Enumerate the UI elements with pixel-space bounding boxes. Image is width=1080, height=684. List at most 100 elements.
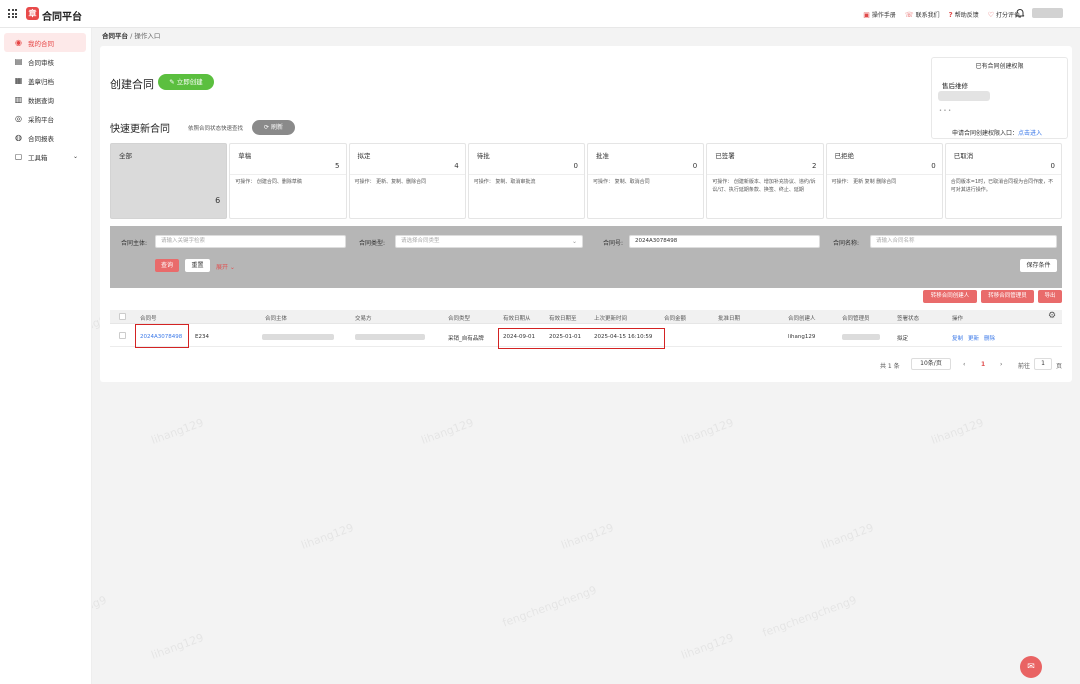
status-card-approved[interactable]: 批准 0 可操作： 复制、取消合同: [587, 143, 705, 219]
sidebar-item-purchase[interactable]: ◎ 采购平台: [4, 109, 86, 128]
page-size-select[interactable]: 10条/页: [911, 358, 951, 370]
highlight-contract-no: [135, 324, 189, 348]
chat-button[interactable]: ✉: [1020, 656, 1042, 678]
contract-name-label: 合同名称:: [833, 240, 860, 247]
settings-icon[interactable]: ⚙: [1048, 311, 1056, 321]
update-link[interactable]: 更新: [968, 334, 979, 342]
type-label: 合同类型:: [359, 240, 386, 247]
status-card-drafted[interactable]: 拟定 4 可操作： 更新、复制、删除合同: [348, 143, 466, 219]
row-checkbox[interactable]: [119, 332, 126, 339]
cart-icon: ◎: [15, 114, 22, 123]
sidebar-item-label: 盖章归档: [28, 77, 54, 86]
col-actions: 操作: [952, 316, 964, 322]
reset-button[interactable]: 重置: [185, 259, 210, 272]
manual-icon: ▣: [863, 10, 870, 19]
goto-label: 前往: [1018, 363, 1031, 370]
select-all-checkbox[interactable]: [119, 313, 126, 320]
user-circle-icon: ◉: [15, 38, 22, 47]
next-page-button[interactable]: ›: [1000, 361, 1002, 368]
refresh-button[interactable]: ⟳ 刷新: [252, 120, 295, 135]
avatar[interactable]: [1032, 8, 1063, 18]
watermark-text: lihang129: [149, 631, 206, 662]
status-card-draft[interactable]: 草稿 5 可操作： 创建合同、删除草稿: [229, 143, 347, 219]
prev-page-button[interactable]: ‹: [963, 361, 965, 368]
toolbox-icon: ▢: [14, 152, 23, 161]
col-updated: 上次更新时间: [594, 316, 628, 322]
report-icon: ◍: [15, 133, 22, 142]
create-contract-button[interactable]: ✎ 立即创建: [158, 74, 214, 90]
col-type: 合同类型: [448, 316, 471, 322]
status-card-title: 已取消: [953, 152, 974, 160]
status-card-cancelled[interactable]: 已取消 0 合同版本=1时，已取消合同视为合同作废，不可对其进行操作。: [944, 143, 1062, 219]
sidebar-item-label: 合同报表: [28, 134, 54, 143]
top-link-help[interactable]: ? 帮助反馈: [949, 10, 979, 20]
watermark-text: lihang129: [679, 416, 736, 447]
transfer-manager-button[interactable]: 转移合同管理员: [981, 290, 1034, 303]
sidebar-item-label: 我的合同: [28, 39, 54, 48]
permission-redacted: [938, 91, 990, 101]
sidebar-item-label: 工具箱: [28, 153, 48, 162]
status-card-title: 已拒绝: [834, 152, 855, 160]
export-button[interactable]: 导出: [1038, 290, 1062, 303]
status-card-pending[interactable]: 待批 0 可操作： 复制、取消审批流: [467, 143, 585, 219]
status-card-all[interactable]: 全部 6: [110, 143, 228, 219]
query-button[interactable]: 查询: [155, 259, 179, 272]
status-card-desc: 可操作： 创建合同、删除草稿: [235, 179, 302, 185]
watermark-text: lihang129: [819, 521, 876, 552]
creator: lihang129: [788, 334, 816, 340]
app-grid-icon[interactable]: [8, 9, 17, 18]
apply-permission: 申请合同创建权限入口：点击进入: [952, 130, 1043, 137]
watermark-text: lihang129: [929, 416, 986, 447]
col-sign-status: 签署状态: [897, 316, 920, 322]
sidebar-item-review[interactable]: ▤ 合同审核: [4, 52, 86, 71]
status-cards: 全部 6 草稿 5 可操作： 创建合同、删除草稿 拟定 4 可操作： 更新、复制、删除合同…: [110, 143, 1062, 219]
goto-page-input[interactable]: 1: [1034, 358, 1052, 370]
stamp-icon: ▦: [14, 76, 23, 85]
apply-permission-link[interactable]: 点击进入: [1018, 130, 1042, 137]
permission-name: 售后维修: [942, 82, 968, 90]
bell-icon[interactable]: [1015, 8, 1025, 21]
expand-button[interactable]: 展开 ⌄: [216, 262, 235, 271]
save-filter-button[interactable]: 保存条件: [1020, 259, 1057, 272]
top-bar: 章 合同平台 ▣ 操作手册 ☏ 联系我们 ? 帮助反馈 ♡ 打分评价: [0, 0, 1080, 28]
watermark-text: fengchengcheng9: [760, 593, 859, 640]
sidebar-item-label: 数据查询: [28, 96, 54, 105]
breadcrumb-root[interactable]: 合同平台: [102, 32, 128, 40]
manager-redacted: [842, 334, 880, 340]
data-icon: ▥: [14, 95, 23, 104]
watermark-text: lihang129: [559, 521, 616, 552]
sidebar-item-report[interactable]: ◍ 合同报表: [4, 128, 86, 147]
sidebar-item-seal[interactable]: ▦ 盖章归档: [4, 71, 86, 90]
contract-no-label: 合同号:: [603, 240, 624, 247]
pagination-total: 共 1 条: [880, 363, 900, 370]
status-card-signed[interactable]: 已签署 2 可操作： 创建新版本、增加补充协议、违约/诉讼/订、执行延期条款、换签、…: [706, 143, 824, 219]
status-card-count: 0: [1050, 162, 1055, 170]
status-card-desc: 可操作： 创建新版本、增加补充协议、违约/诉讼/订、执行延期条款、换签、终止、延…: [712, 179, 816, 193]
contract-no-input[interactable]: 2024A3078498: [629, 235, 820, 248]
sidebar: ◉ 我的合同 ▤ 合同审核 ▦ 盖章归档 ▥ 数据查询 ◎ 采购平台 ◍ 合同报表 ▢ 工具箱…: [0, 28, 92, 684]
status-card-title: 拟定: [357, 152, 371, 160]
top-link-contact[interactable]: ☏ 联系我们: [905, 10, 940, 20]
top-link-manual[interactable]: ▣ 操作手册: [863, 10, 896, 20]
subject-input[interactable]: 请输入关键字检索: [155, 235, 346, 248]
permission-title: 已有合同创建权限: [975, 63, 1024, 70]
copy-link[interactable]: 复制: [952, 334, 963, 342]
sidebar-item-data[interactable]: ▥ 数据查询: [4, 90, 86, 109]
subject-suffix: E234: [195, 334, 209, 340]
current-page[interactable]: 1: [981, 361, 985, 368]
subject-redacted: [262, 334, 334, 340]
status-card-rejected[interactable]: 已拒绝 0 可操作： 更新 复制 删除合同: [825, 143, 943, 219]
type-select[interactable]: 请选择合同类型 ⌄: [395, 235, 583, 248]
delete-link[interactable]: 删除: [984, 334, 995, 342]
col-approved-date: 批准日期: [718, 316, 741, 322]
chat-icon: ✉: [1027, 662, 1035, 672]
transfer-creator-button[interactable]: 转移合同创建人: [923, 290, 977, 303]
sidebar-item-toolbox[interactable]: ▢ 工具箱 ⌄: [4, 147, 86, 166]
col-valid-to: 有效日期至: [549, 316, 577, 322]
sidebar-item-label: 合同审核: [28, 58, 54, 67]
status-card-desc: 合同版本=1时，已取消合同视为合同作废，不可对其进行操作。: [950, 179, 1054, 193]
sidebar-item-my-contracts[interactable]: ◉ 我的合同: [4, 33, 86, 52]
contract-name-input[interactable]: 请输入合同名称: [870, 235, 1057, 248]
breadcrumb-current: 操作入口: [134, 32, 161, 40]
col-subject: 合同主体: [265, 316, 288, 322]
